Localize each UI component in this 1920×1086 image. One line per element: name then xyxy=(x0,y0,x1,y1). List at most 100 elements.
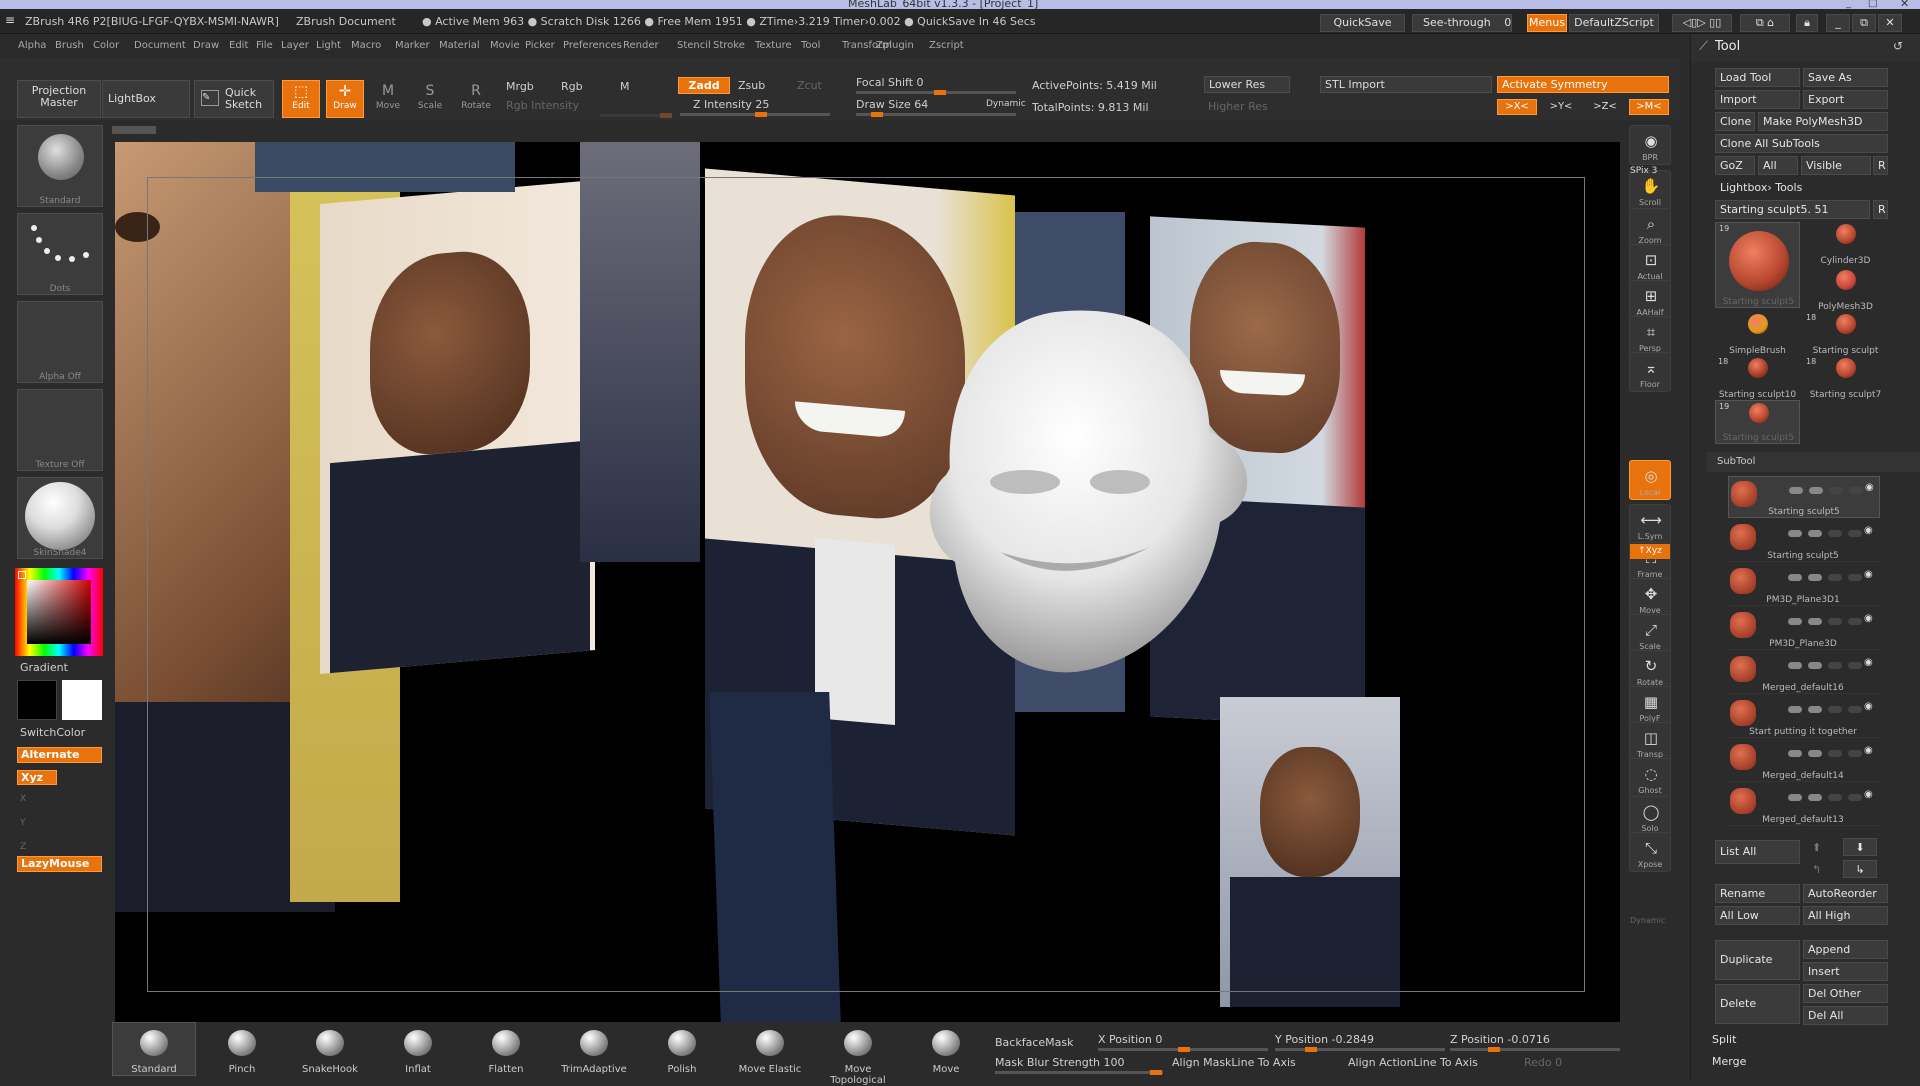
restore-icon[interactable]: ⧉ xyxy=(1852,14,1876,32)
symmetry-y-button[interactable]: >Y< xyxy=(1541,99,1581,115)
menu-movie[interactable]: Movie xyxy=(490,40,520,51)
brush-pinch[interactable]: Pinch xyxy=(200,1026,284,1076)
dock-aahalf-button[interactable]: ⊞ AAHalf xyxy=(1629,280,1671,320)
alternate-button[interactable]: Alternate xyxy=(17,747,102,763)
rgb-intensity-slider[interactable]: Rgb Intensity xyxy=(506,99,579,112)
close-icon[interactable]: ✕ xyxy=(1878,14,1902,32)
menu-brush[interactable]: Brush xyxy=(55,40,84,51)
menu-zscript[interactable]: Zscript xyxy=(929,40,964,51)
make-polymesh-button[interactable]: Make PolyMesh3D xyxy=(1758,112,1888,131)
pin-icon[interactable]: ⟋ xyxy=(1699,39,1708,54)
zbrush-logo-icon[interactable]: ≡ xyxy=(5,13,19,27)
x-position-slider[interactable]: X Position 0 xyxy=(1098,1033,1162,1046)
texture-thumbnail[interactable]: Texture Off xyxy=(17,389,103,471)
goz-r-button[interactable]: R xyxy=(1873,156,1888,175)
draw-size-thumb[interactable] xyxy=(871,112,883,117)
backfacemask-toggle[interactable]: BackfaceMask xyxy=(995,1036,1073,1049)
alpha-thumbnail[interactable]: Alpha Off xyxy=(17,301,103,383)
lightbox-button[interactable]: LightBox xyxy=(102,80,190,118)
subtool-toggle[interactable] xyxy=(1848,530,1862,537)
subtool-item[interactable]: ◉ Merged_default13 xyxy=(1728,784,1880,826)
align-actionline-button[interactable]: Align ActionLine To Axis xyxy=(1348,1056,1478,1069)
subtool-toggle[interactable] xyxy=(1788,530,1802,537)
brush-inflat[interactable]: Inflat xyxy=(376,1026,460,1076)
rename-button[interactable]: Rename xyxy=(1715,884,1800,903)
z-intensity-slider[interactable]: Z Intensity 25 xyxy=(693,98,769,111)
subtool-toggle[interactable] xyxy=(1788,662,1802,669)
palette-icons[interactable]: ⧉ ⌂ xyxy=(1740,14,1790,32)
focal-shift-slider[interactable]: Focal Shift 0 xyxy=(856,76,924,89)
color-square[interactable] xyxy=(27,580,91,644)
canvas-viewport[interactable] xyxy=(115,142,1620,1022)
y-position-slider[interactable]: Y Position -0.2849 xyxy=(1275,1033,1374,1046)
subtool-toggle[interactable] xyxy=(1849,487,1863,494)
menu-stencil[interactable]: Stencil xyxy=(677,40,711,51)
stroke-thumbnail[interactable]: Dots xyxy=(17,213,103,295)
subtool-toggle[interactable] xyxy=(1848,618,1862,625)
tool-thumb[interactable]: 19 Starting sculpt5 xyxy=(1715,222,1800,308)
subtool-toggle[interactable] xyxy=(1808,618,1822,625)
dock-actual-button[interactable]: ⊡ Actual xyxy=(1629,244,1671,284)
symmetry-z-button[interactable]: >Z< xyxy=(1585,99,1625,115)
lower-res-button[interactable]: Lower Res xyxy=(1204,76,1290,93)
tool-thumb[interactable]: 18 Starting sculpt7 xyxy=(1803,356,1888,400)
subtool-toggle[interactable] xyxy=(1808,574,1822,581)
move-down-icon[interactable]: ⬇ xyxy=(1843,838,1877,856)
mask-blur-thumb[interactable] xyxy=(1150,1070,1162,1075)
dock-floor-button[interactable]: ⌅ Floor xyxy=(1629,352,1671,392)
subtool-toggle[interactable] xyxy=(1808,662,1822,669)
menu-document[interactable]: Document xyxy=(134,40,186,51)
visibility-eye-icon[interactable]: ◉ xyxy=(1864,701,1873,712)
visibility-eye-icon[interactable]: ◉ xyxy=(1864,789,1873,800)
goz-button[interactable]: GoZ xyxy=(1715,156,1755,175)
insert-button[interactable]: Insert xyxy=(1803,962,1888,981)
brush-trimadaptive[interactable]: TrimAdaptive xyxy=(552,1026,636,1076)
spix-setting[interactable]: SPix 3 xyxy=(1630,166,1657,176)
see-through-slider[interactable]: See-through 0 xyxy=(1412,14,1512,32)
visibility-eye-icon[interactable]: ◉ xyxy=(1864,745,1873,756)
rgb-intensity-thumb[interactable] xyxy=(660,113,672,118)
menu-zplugin[interactable]: Zplugin xyxy=(876,40,914,51)
tool-thumb[interactable]: 18 Starting sculpt10 xyxy=(1715,356,1800,400)
subtool-toggle[interactable] xyxy=(1808,750,1822,757)
x-axis-toggle[interactable]: X xyxy=(20,794,26,804)
subtool-toggle[interactable] xyxy=(1808,530,1822,537)
all-high-button[interactable]: All High xyxy=(1803,906,1888,925)
brush-move-elastic[interactable]: Move Elastic xyxy=(728,1026,812,1076)
rotate-mode-button[interactable]: R Rotate xyxy=(456,80,496,118)
draw-size-slider[interactable]: Draw Size 64 xyxy=(856,98,928,111)
subtool-item[interactable]: ◉ PM3D_Plane3D xyxy=(1728,608,1880,650)
edit-button[interactable]: ⬚ Edit xyxy=(282,80,320,118)
default-zscript-button[interactable]: DefaultZScript xyxy=(1569,14,1659,32)
redo-button[interactable]: Redo 0 xyxy=(1524,1056,1562,1069)
tray-handle[interactable] xyxy=(112,126,156,134)
duplicate-button[interactable]: Duplicate xyxy=(1715,940,1800,980)
dock-polyf-button[interactable]: ▦ PolyF xyxy=(1629,686,1671,726)
list-all-button[interactable]: List All xyxy=(1715,840,1800,864)
main-color-swatch[interactable] xyxy=(17,680,57,720)
tool-thumb[interactable]: 19 Starting sculpt5 xyxy=(1715,400,1800,444)
zsub-button[interactable]: Zsub xyxy=(738,79,765,92)
layout-arrows-icon[interactable]: ◁▯▷ ▯▯ xyxy=(1672,14,1732,32)
mask-blur-strength-slider[interactable]: Mask Blur Strength 100 xyxy=(995,1056,1125,1069)
projection-master-button[interactable]: Projection Master xyxy=(17,80,101,118)
subtool-toggle[interactable] xyxy=(1809,487,1823,494)
brush-flatten[interactable]: Flatten xyxy=(464,1026,548,1076)
brush-thumbnail[interactable]: Standard xyxy=(17,125,103,207)
del-other-button[interactable]: Del Other xyxy=(1803,984,1888,1003)
autoreorder-button[interactable]: AutoReorder xyxy=(1803,884,1888,903)
lazymouse-button[interactable]: LazyMouse xyxy=(17,856,102,872)
tool-thumb[interactable]: PolyMesh3D xyxy=(1803,268,1888,312)
menu-material[interactable]: Material xyxy=(439,40,480,51)
move-up-left-icon[interactable]: ↰ xyxy=(1807,860,1841,878)
gradient-label[interactable]: Gradient xyxy=(20,661,68,674)
move-mode-button[interactable]: M Move xyxy=(370,80,406,118)
window-minimize-icon[interactable]: _ xyxy=(1846,0,1851,9)
subtool-toggle[interactable] xyxy=(1789,487,1803,494)
z-intensity-thumb[interactable] xyxy=(755,112,767,117)
menu-picker[interactable]: Picker xyxy=(525,40,555,51)
visibility-eye-icon[interactable]: ◉ xyxy=(1864,613,1873,624)
visibility-eye-icon[interactable]: ◉ xyxy=(1864,525,1873,536)
menu-render[interactable]: Render xyxy=(623,40,659,51)
mrgb-button[interactable]: Mrgb xyxy=(506,80,534,93)
